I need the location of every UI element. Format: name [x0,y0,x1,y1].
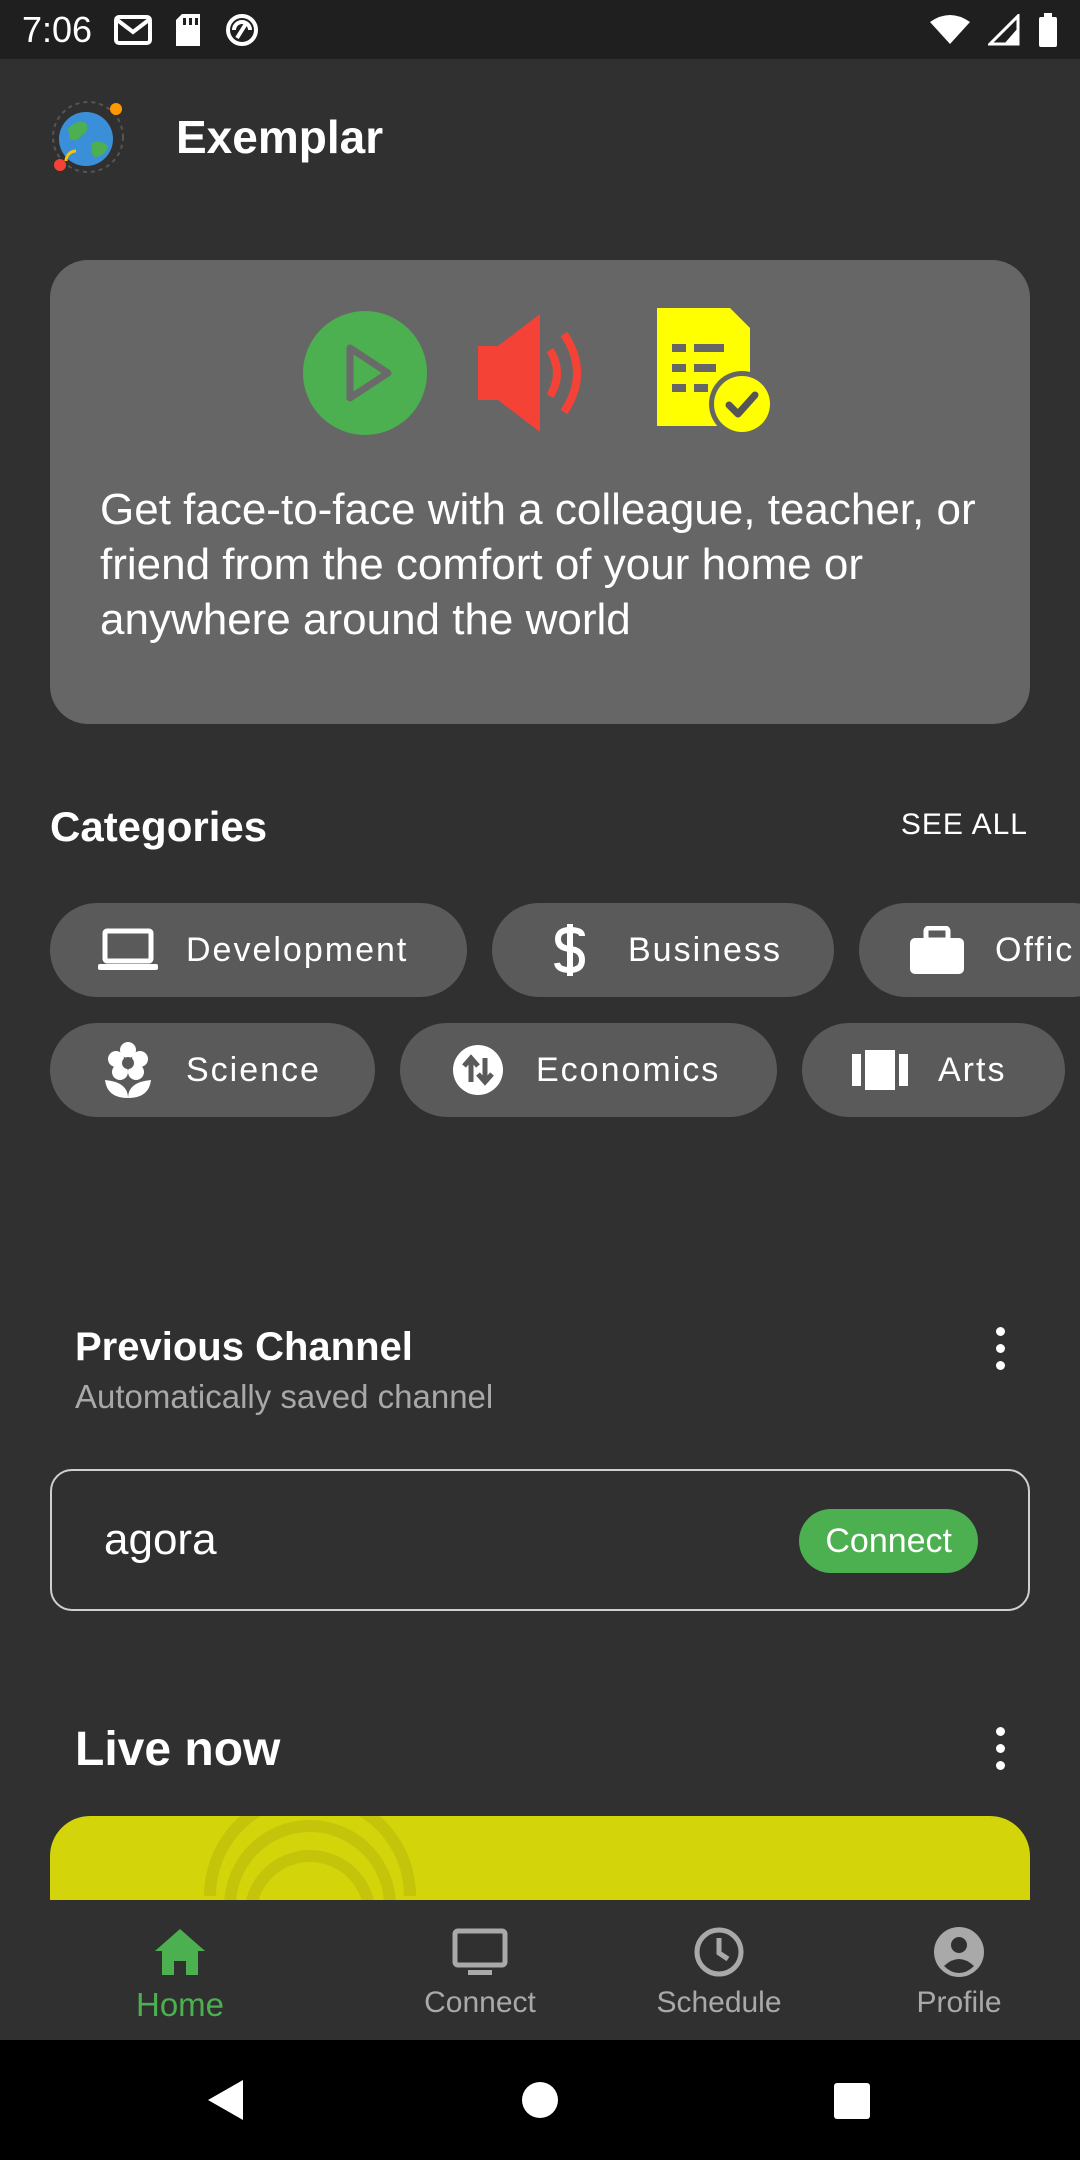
categories-title: Categories [50,803,268,850]
chip-label: Business [628,930,782,969]
home-circle-icon[interactable] [522,2082,558,2118]
flower-icon [98,1040,158,1100]
account-circle-icon [929,1922,989,1982]
previous-channel-title: Previous Channel [75,1325,413,1369]
swap-vertical-icon [448,1040,508,1100]
category-chip-arts[interactable]: Arts [802,1023,1065,1117]
nav-schedule[interactable]: Schedule [619,1922,819,2020]
briefcase-icon [907,920,967,980]
system-navigation-bar [0,2040,1080,2160]
previous-channel-more-icon[interactable] [980,1318,1020,1378]
category-chip-business[interactable]: Business [492,903,834,997]
wifi-icon [930,14,970,46]
bottom-navigation: Home Connect Schedule Profile [0,1900,1080,2040]
category-chip-science[interactable]: Science [50,1023,375,1117]
vpn-icon [224,12,260,48]
previous-channel-subtitle: Automatically saved channel [75,1378,494,1415]
chip-label: Offic [995,930,1075,969]
status-time: 7:06 [22,8,93,50]
status-bar: 7:06 [0,0,1080,59]
category-chip-office[interactable]: Offic [859,903,1080,997]
chip-label: Development [186,930,409,969]
document-check-icon [657,308,775,437]
category-chip-economics[interactable]: Economics [400,1023,777,1117]
connect-button[interactable]: Connect [799,1509,978,1573]
app-title: Exemplar [176,110,384,163]
gmail-icon [114,14,153,45]
channel-input-box[interactable]: agora Connect [50,1469,1030,1611]
recents-icon[interactable] [834,2083,870,2119]
chip-label: Science [186,1050,321,1089]
nav-label: Connect [424,1986,536,2019]
hero-card: Get face-to-face with a colleague, teach… [50,260,1030,724]
app-bar: Exemplar [0,59,1080,214]
category-chip-development[interactable]: Development [50,903,467,997]
home-icon [150,1922,210,1982]
app-screen: 7:06 Exemplar Get face-to-face with a co… [0,0,1080,2160]
play-circle-icon [303,311,427,435]
nav-label: Profile [916,1986,1002,2019]
dollar-icon [540,920,600,980]
channel-name: agora [104,1515,217,1564]
clock-icon [689,1922,749,1982]
live-now-title: Live now [75,1723,281,1776]
globe-icon[interactable] [50,99,126,175]
live-now-more-icon[interactable] [980,1718,1020,1778]
hero-text: Get face-to-face with a colleague, teach… [100,485,976,644]
sd-card-icon [174,13,202,46]
signal-icon [988,13,1020,46]
chip-label: Economics [536,1050,721,1089]
nav-connect[interactable]: Connect [380,1922,580,2020]
carousel-icon [850,1040,910,1100]
nav-profile[interactable]: Profile [859,1922,1059,2020]
nav-label: Home [135,1986,225,2023]
speaker-icon [478,314,581,432]
battery-icon [1038,12,1058,47]
back-icon[interactable] [208,2080,243,2120]
laptop-icon [98,920,158,980]
nav-label: Schedule [656,1986,782,2019]
hero-icons [50,308,1030,438]
monitor-icon [450,1922,510,1982]
see-all-button[interactable]: SEE ALL [901,808,1028,842]
chip-label: Arts [938,1050,1007,1089]
nav-home[interactable]: Home [80,1922,280,2024]
